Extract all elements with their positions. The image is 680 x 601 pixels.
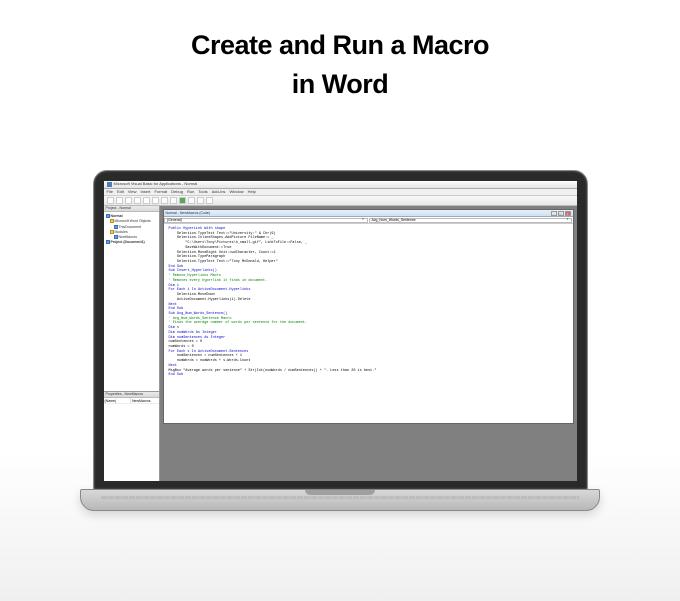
maximize-icon[interactable]: □ (558, 211, 564, 216)
code-window-buttons: - □ × (551, 211, 571, 216)
vba-titlebar: Microsoft Visual Basic for Applications … (104, 181, 577, 189)
vba-toolbar (104, 196, 577, 206)
menu-edit[interactable]: Edit (117, 190, 124, 195)
code-object-proc-bar: (General) ▼ Avg_Num_Words_Sentence ▼ (164, 217, 573, 224)
menu-view[interactable]: View (128, 190, 137, 195)
headline-line-2: in Word (0, 69, 680, 100)
laptop-bezel: Microsoft Visual Basic for Applications … (93, 170, 588, 490)
project-tree[interactable]: Normal Microsoft Word Objects ThisDocume… (104, 212, 159, 391)
menu-file[interactable]: File (107, 190, 113, 195)
prop-name-key: (Name) (104, 398, 132, 403)
code-window-title-text: Normal - NewMacros (Code) (166, 211, 211, 215)
folder-icon (110, 230, 114, 234)
code-editor[interactable]: Public HyperLink With shape Selection.Ty… (164, 224, 573, 423)
doc-icon (114, 225, 118, 229)
toolbar-save-icon[interactable] (116, 197, 123, 204)
menu-addins[interactable]: Add-Ins (212, 190, 226, 195)
laptop-hinge-notch (305, 490, 375, 495)
module-icon (114, 235, 118, 239)
laptop-mockup: Microsoft Visual Basic for Applications … (80, 170, 600, 511)
vba-window: Microsoft Visual Basic for Applications … (104, 181, 577, 481)
chevron-down-icon: ▼ (362, 218, 365, 222)
vba-title-text: Microsoft Visual Basic for Applications … (114, 182, 198, 187)
toolbar-find-icon[interactable] (152, 197, 159, 204)
code-window-titlebar: Normal - NewMacros (Code) - □ × (164, 210, 573, 217)
close-icon[interactable]: × (565, 211, 571, 216)
laptop-base (80, 489, 600, 511)
vba-body: Project - Normal Normal Microsoft Word O… (104, 206, 577, 481)
chevron-down-icon: ▼ (566, 218, 569, 222)
headline-line-1: Create and Run a Macro (0, 30, 680, 61)
toolbar-redo-icon[interactable] (170, 197, 177, 204)
properties-grid[interactable]: (Name) NewMacros (104, 398, 159, 481)
toolbar-view-word-icon[interactable] (107, 197, 114, 204)
project-icon (106, 214, 110, 218)
menu-format[interactable]: Format (154, 190, 167, 195)
menu-help[interactable]: Help (248, 190, 256, 195)
menu-debug[interactable]: Debug (171, 190, 183, 195)
toolbar-break-icon[interactable] (188, 197, 195, 204)
toolbar-design-icon[interactable] (206, 197, 213, 204)
prop-name-value[interactable]: NewMacros (131, 398, 151, 403)
vba-sidebar: Project - Normal Normal Microsoft Word O… (104, 206, 160, 481)
menu-window[interactable]: Window (229, 190, 243, 195)
menu-insert[interactable]: Insert (140, 190, 150, 195)
toolbar-undo-icon[interactable] (161, 197, 168, 204)
toolbar-copy-icon[interactable] (134, 197, 141, 204)
project-icon (106, 240, 110, 244)
toolbar-reset-icon[interactable] (197, 197, 204, 204)
vba-menubar[interactable]: File Edit View Insert Format Debug Run T… (104, 189, 577, 196)
minimize-icon[interactable]: - (551, 211, 557, 216)
vba-app-icon (107, 182, 112, 187)
object-dropdown-value: (General) (167, 218, 182, 222)
toolbar-paste-icon[interactable] (143, 197, 150, 204)
tree-project2[interactable]: Project (Document1) (106, 240, 157, 245)
folder-icon (110, 219, 114, 223)
prop-name-row[interactable]: (Name) NewMacros (104, 398, 159, 404)
code-window: Normal - NewMacros (Code) - □ × (General… (163, 209, 574, 424)
object-dropdown[interactable]: (General) ▼ (164, 218, 368, 223)
menu-tools[interactable]: Tools (198, 190, 207, 195)
vba-mdi-area: Normal - NewMacros (Code) - □ × (General… (160, 206, 577, 481)
laptop-keyboard-hint (101, 496, 579, 499)
properties-panel: Properties - NewMacros (Name) NewMacros (104, 391, 159, 481)
procedure-dropdown-value: Avg_Num_Words_Sentence (372, 218, 416, 222)
procedure-dropdown[interactable]: Avg_Num_Words_Sentence ▼ (369, 218, 573, 223)
menu-run[interactable]: Run (187, 190, 194, 195)
toolbar-cut-icon[interactable] (125, 197, 132, 204)
toolbar-run-icon[interactable] (179, 197, 186, 204)
